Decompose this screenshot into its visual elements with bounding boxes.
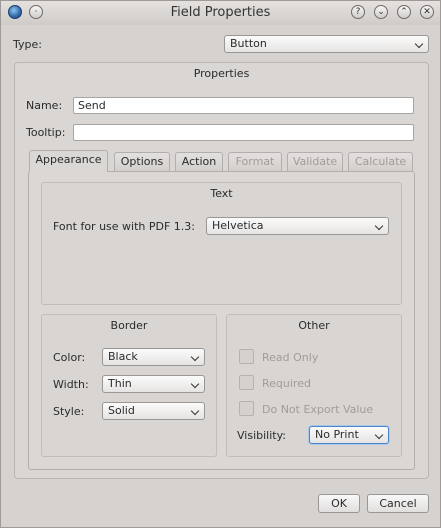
chevron-down-icon	[374, 221, 384, 231]
do-not-export-checkbox[interactable]	[239, 401, 254, 416]
name-field[interactable]: Send	[73, 97, 414, 114]
chevron-down-icon	[414, 39, 424, 49]
visibility-combo[interactable]: No Print	[309, 426, 389, 444]
close-button[interactable]: ✕	[420, 5, 434, 19]
help-button[interactable]: ?	[351, 5, 365, 19]
other-group-title: Other	[298, 319, 330, 332]
chevron-down-icon	[190, 406, 200, 416]
tab-action[interactable]: Action	[175, 152, 223, 171]
do-not-export-label: Do Not Export Value	[262, 403, 374, 416]
visibility-value: No Print	[315, 428, 359, 441]
border-style-value: Solid	[108, 404, 135, 417]
border-style-label: Style:	[53, 405, 85, 418]
cancel-button[interactable]: Cancel	[367, 494, 429, 513]
chevron-down-icon	[190, 352, 200, 362]
read-only-checkbox[interactable]	[239, 349, 254, 364]
type-label: Type:	[13, 38, 42, 51]
tooltip-label: Tooltip:	[26, 126, 66, 139]
font-label: Font for use with PDF 1.3:	[53, 220, 195, 233]
border-color-value: Black	[108, 350, 138, 363]
border-style-combo[interactable]: Solid	[102, 402, 205, 420]
tab-validate[interactable]: Validate	[287, 152, 343, 171]
name-label: Name:	[26, 99, 63, 112]
tab-appearance[interactable]: Appearance	[29, 150, 108, 172]
chevron-down-icon	[374, 430, 384, 440]
border-color-combo[interactable]: Black	[102, 348, 205, 366]
required-label: Required	[262, 377, 311, 390]
border-width-label: Width:	[53, 378, 89, 391]
type-combo-value: Button	[230, 37, 267, 50]
text-group	[41, 182, 402, 305]
maximize-button[interactable]: ⌃	[397, 5, 411, 19]
tab-options[interactable]: Options	[114, 152, 170, 171]
font-combo-value: Helvetica	[212, 219, 264, 232]
border-width-combo[interactable]: Thin	[102, 375, 205, 393]
border-width-value: Thin	[108, 377, 132, 390]
required-checkbox[interactable]	[239, 375, 254, 390]
visibility-label: Visibility:	[237, 429, 287, 442]
text-group-title: Text	[210, 187, 233, 200]
properties-title: Properties	[193, 67, 250, 80]
minimize-button[interactable]: ⌄	[374, 5, 388, 19]
type-combo[interactable]: Button	[224, 35, 429, 53]
tab-format[interactable]: Format	[228, 152, 282, 171]
ok-button[interactable]: OK	[318, 494, 360, 513]
tab-calculate[interactable]: Calculate	[348, 152, 413, 171]
tooltip-field[interactable]	[73, 124, 414, 141]
border-group-title: Border	[110, 319, 148, 332]
border-color-label: Color:	[53, 351, 86, 364]
read-only-label: Read Only	[262, 351, 319, 364]
title-bar: · Field Properties ? ⌄ ⌃ ✕	[1, 1, 440, 25]
field-properties-dialog: · Field Properties ? ⌄ ⌃ ✕ Type: Button …	[0, 0, 441, 528]
font-combo[interactable]: Helvetica	[206, 217, 389, 235]
chevron-down-icon	[190, 379, 200, 389]
